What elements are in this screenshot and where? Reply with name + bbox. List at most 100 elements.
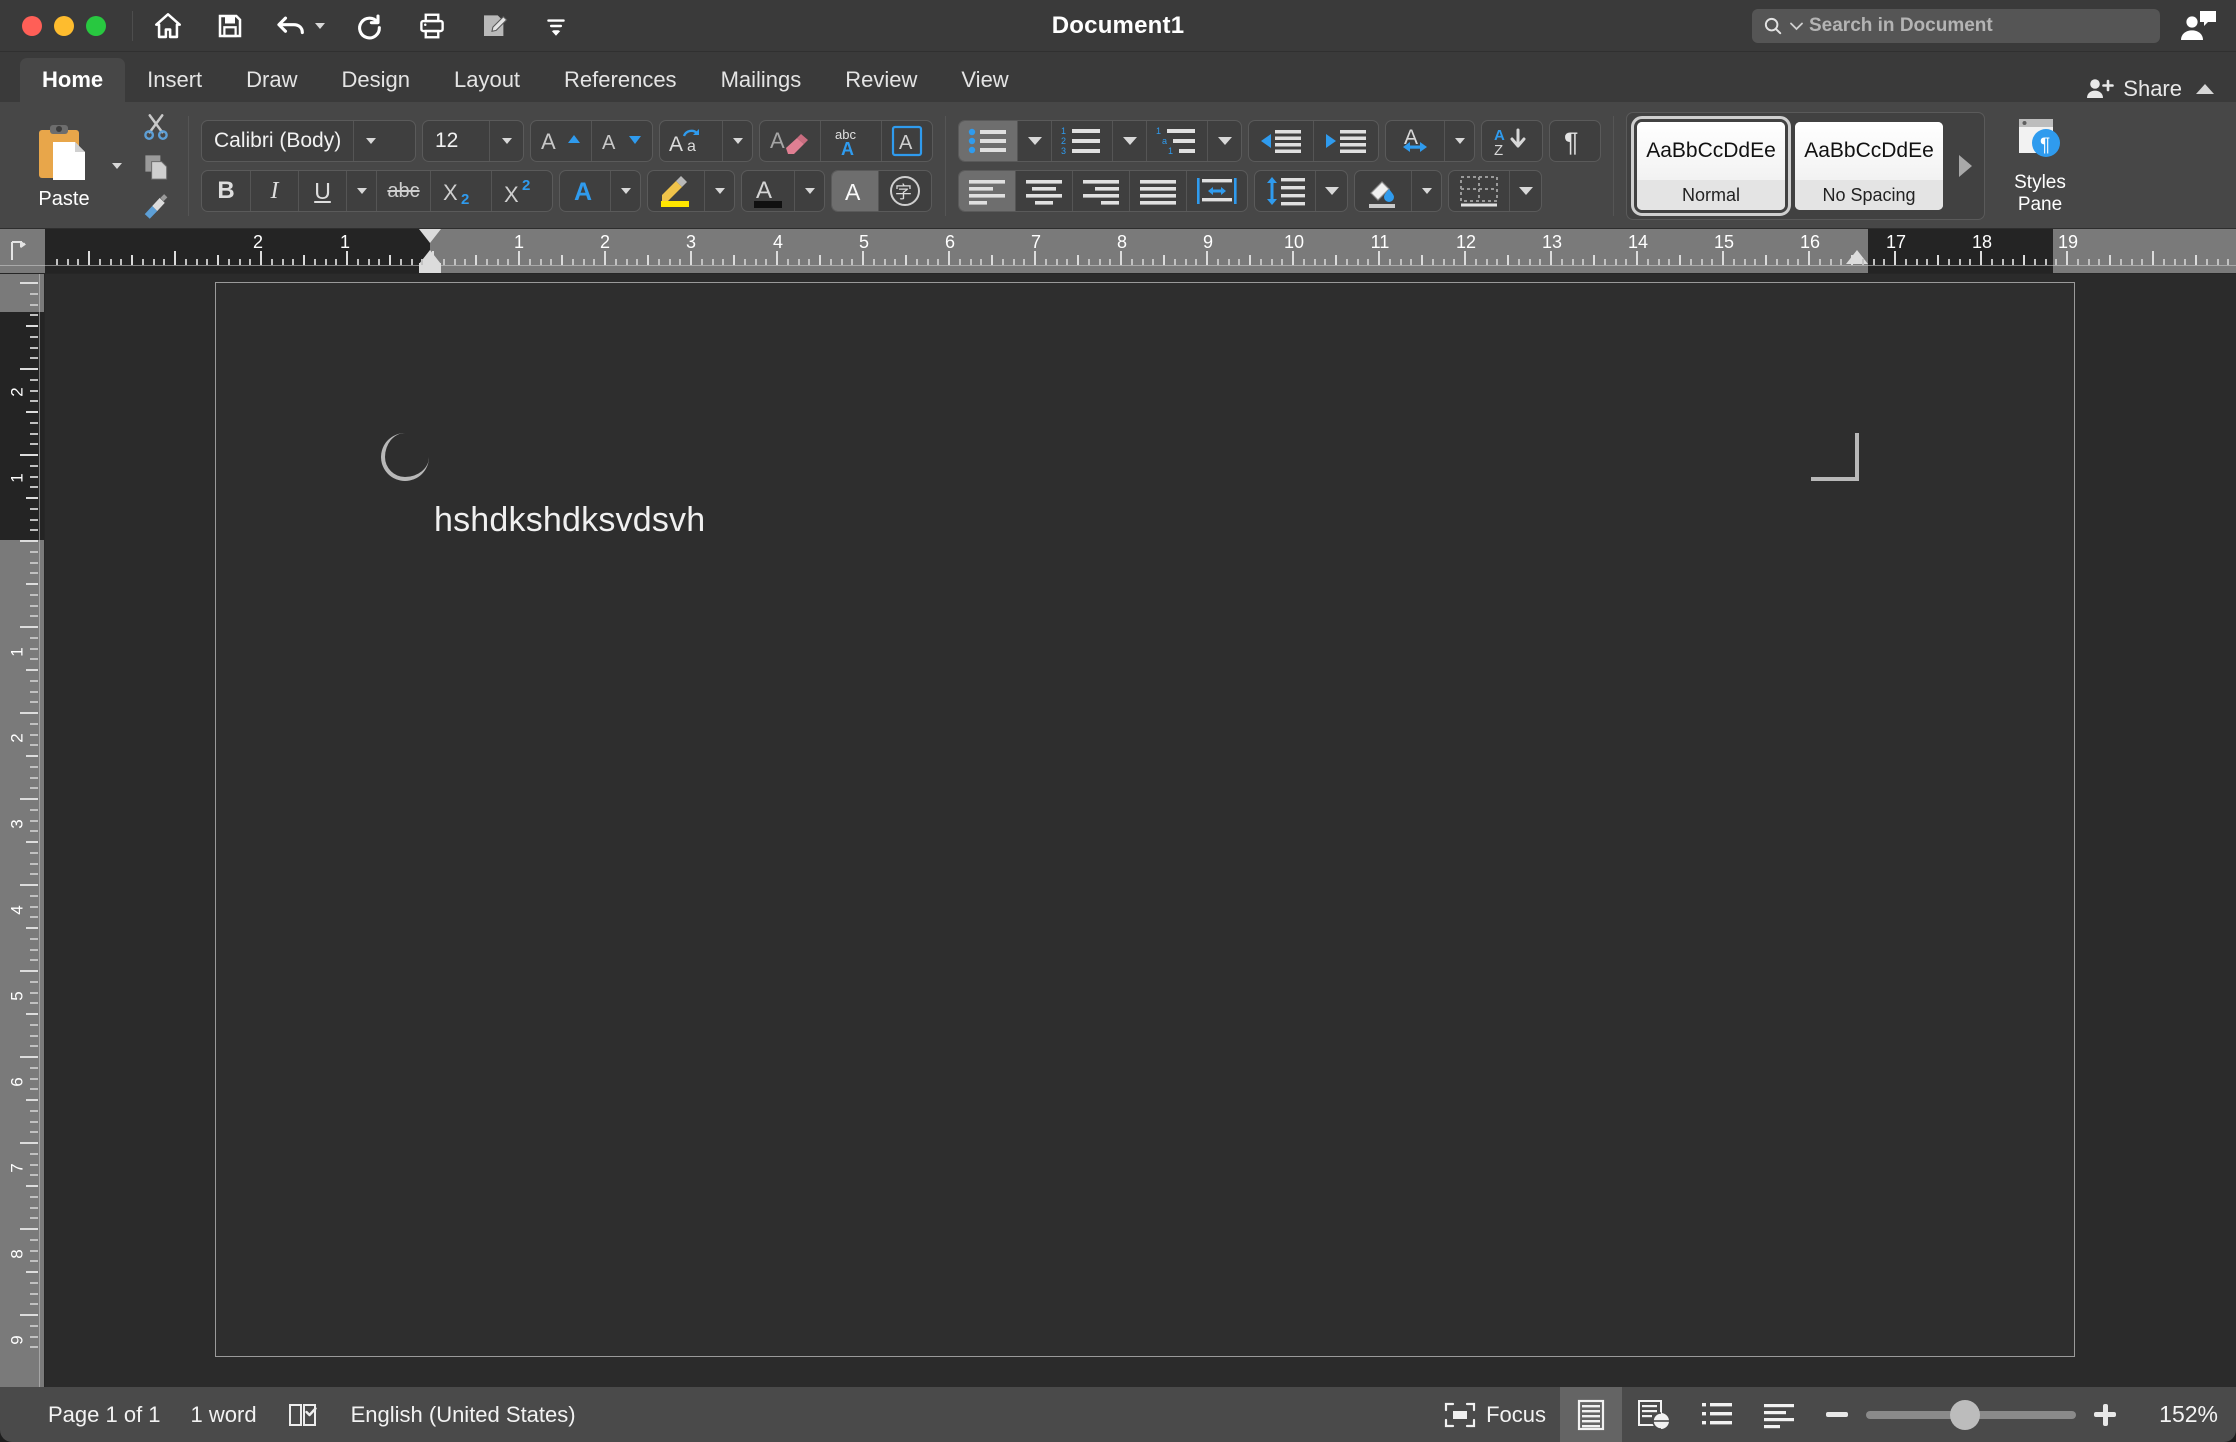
undo-icon[interactable] xyxy=(275,9,309,43)
text-direction-button[interactable]: A xyxy=(1386,121,1444,161)
minimize-window-button[interactable] xyxy=(54,15,74,36)
document-body-text[interactable]: hshdkshdksvdsvh xyxy=(434,501,705,540)
chevron-up-icon[interactable] xyxy=(2196,84,2214,94)
zoom-slider[interactable] xyxy=(1866,1399,2076,1430)
underline-dropdown-icon[interactable] xyxy=(346,171,376,211)
phonetic-guide-button[interactable]: 字 xyxy=(878,171,931,211)
print-icon[interactable] xyxy=(415,9,449,43)
outline-view-button[interactable] xyxy=(1686,1387,1748,1442)
borders-dropdown-icon[interactable] xyxy=(1509,171,1541,211)
change-case-dropdown-icon[interactable] xyxy=(722,121,752,161)
text-effects-button[interactable]: A xyxy=(881,121,932,161)
decrease-indent-button[interactable] xyxy=(1249,121,1313,161)
line-spacing-dropdown-icon[interactable] xyxy=(1315,171,1347,211)
highlight-button[interactable] xyxy=(648,171,704,211)
line-spacing-button[interactable] xyxy=(1255,171,1315,211)
track-changes-icon[interactable] xyxy=(477,9,511,43)
gallery-more-icon[interactable] xyxy=(1959,155,1972,177)
tab-review[interactable]: Review xyxy=(823,58,939,102)
document-canvas[interactable]: hshdkshdksvdsvh xyxy=(45,274,2236,1387)
language-indicator[interactable]: English (United States) xyxy=(351,1402,576,1428)
redo-icon[interactable] xyxy=(353,9,387,43)
distribute-button[interactable] xyxy=(1186,171,1247,211)
align-left-button[interactable] xyxy=(959,171,1015,211)
tab-layout[interactable]: Layout xyxy=(432,58,542,102)
tab-home[interactable]: Home xyxy=(20,58,126,102)
document-page[interactable]: hshdkshdksvdsvh xyxy=(215,282,2075,1357)
text-direction-dropdown-icon[interactable] xyxy=(1444,121,1474,161)
show-formatting-marks-button[interactable]: ¶ xyxy=(1550,121,1600,161)
multilevel-dropdown-icon[interactable] xyxy=(1207,121,1241,161)
tab-view[interactable]: View xyxy=(939,58,1030,102)
zoom-out-icon[interactable] xyxy=(1826,1412,1848,1417)
increase-indent-button[interactable] xyxy=(1313,121,1378,161)
undo-dropdown-icon[interactable] xyxy=(315,22,325,29)
strikethrough-button[interactable]: abc xyxy=(376,171,430,211)
print-layout-view-button[interactable] xyxy=(1560,1387,1622,1442)
text-shading-dropdown-icon[interactable] xyxy=(794,171,824,211)
focus-button[interactable]: Focus xyxy=(1430,1387,1560,1442)
customize-toolbar-icon[interactable] xyxy=(539,9,573,43)
underline-button[interactable]: U xyxy=(298,171,346,211)
close-window-button[interactable] xyxy=(22,15,42,36)
zoom-in-icon[interactable] xyxy=(2094,1403,2116,1426)
font-color-dropdown-icon[interactable] xyxy=(610,171,640,211)
font-family-combobox[interactable]: Calibri (Body) xyxy=(201,120,416,162)
font-color-button[interactable]: A xyxy=(560,171,610,211)
search-input[interactable]: Search in Document xyxy=(1752,8,2160,43)
spelling-button[interactable]: abc A xyxy=(820,121,881,161)
shrink-font-button[interactable]: A xyxy=(591,121,652,161)
horizontal-ruler[interactable]: 2 1 1 2 3 4 5 6 7 8 9 10 11 12 13 14 15 … xyxy=(0,229,2236,274)
superscript-button[interactable]: X2 xyxy=(491,171,552,211)
home-icon[interactable] xyxy=(151,9,185,43)
word-count[interactable]: 1 word xyxy=(191,1402,257,1428)
bullets-button[interactable] xyxy=(959,121,1017,161)
highlight-dropdown-icon[interactable] xyxy=(704,171,734,211)
grow-font-button[interactable]: A xyxy=(531,121,591,161)
font-family-dropdown-icon[interactable] xyxy=(353,121,387,161)
style-normal[interactable]: AaBbCcDdEe Normal xyxy=(1631,116,1791,216)
save-icon[interactable] xyxy=(213,9,247,43)
subscript-button[interactable]: X2 xyxy=(430,171,491,211)
align-center-button[interactable] xyxy=(1015,171,1072,211)
maximize-window-button[interactable] xyxy=(86,15,106,36)
proofing-icon[interactable] xyxy=(287,1401,321,1429)
share-button[interactable]: Share xyxy=(2085,76,2182,102)
multilevel-list-button[interactable]: 1a1 xyxy=(1146,121,1207,161)
copy-button[interactable] xyxy=(136,149,176,183)
format-painter-button[interactable] xyxy=(136,189,176,223)
shading-dropdown-icon[interactable] xyxy=(1411,171,1441,211)
style-no-spacing[interactable]: AaBbCcDdEe No Spacing xyxy=(1795,122,1943,210)
web-layout-view-button[interactable] xyxy=(1622,1387,1686,1442)
bold-button[interactable]: B xyxy=(202,171,250,211)
paste-button[interactable]: Paste xyxy=(18,122,110,211)
font-size-combobox[interactable]: 12 xyxy=(422,120,524,162)
change-case-button[interactable]: Aa xyxy=(660,121,722,161)
page-count[interactable]: Page 1 of 1 xyxy=(48,1402,161,1428)
vertical-ruler[interactable]: 2 1 1 2 3 4 5 6 7 8 9 xyxy=(0,274,45,1387)
tab-mailings[interactable]: Mailings xyxy=(699,58,824,102)
tab-design[interactable]: Design xyxy=(320,58,432,102)
styles-pane-button[interactable]: ¶ Styles Pane xyxy=(1985,116,2095,216)
italic-button[interactable]: I xyxy=(250,171,298,211)
draft-view-button[interactable] xyxy=(1748,1387,1810,1442)
numbering-dropdown-icon[interactable] xyxy=(1112,121,1146,161)
cut-button[interactable] xyxy=(136,109,176,143)
right-indent-marker[interactable] xyxy=(1846,250,1868,264)
paste-dropdown-icon[interactable] xyxy=(112,163,122,169)
left-tab-stop-icon[interactable] xyxy=(10,240,26,260)
bullets-dropdown-icon[interactable] xyxy=(1017,121,1051,161)
font-size-dropdown-icon[interactable] xyxy=(489,121,523,161)
numbering-button[interactable]: 123 xyxy=(1051,121,1112,161)
clear-formatting-button[interactable]: A xyxy=(760,121,820,161)
first-line-indent-marker[interactable] xyxy=(419,229,441,243)
tab-references[interactable]: References xyxy=(542,58,699,102)
align-right-button[interactable] xyxy=(1072,171,1129,211)
zoom-slider-handle[interactable] xyxy=(1950,1399,1980,1430)
text-shading-button[interactable]: A xyxy=(742,171,794,211)
zoom-level[interactable]: 152% xyxy=(2134,1401,2218,1428)
character-shading-button[interactable]: A xyxy=(832,171,878,211)
borders-button[interactable] xyxy=(1449,171,1509,211)
account-icon[interactable] xyxy=(2178,8,2218,44)
shading-button[interactable] xyxy=(1355,171,1411,211)
